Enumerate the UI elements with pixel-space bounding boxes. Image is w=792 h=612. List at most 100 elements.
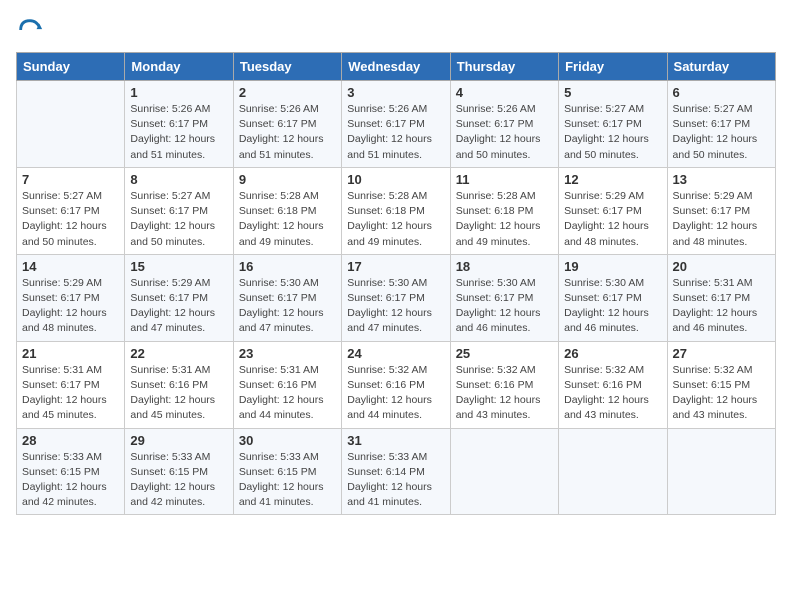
day-number: 3	[347, 85, 444, 100]
calendar-cell: 16 Sunrise: 5:30 AM Sunset: 6:17 PM Dayli…	[233, 254, 341, 341]
day-number: 16	[239, 259, 336, 274]
calendar-cell: 3Sunrise: 5:26 AM Sunset: 6:17 PM Daylig…	[342, 81, 450, 168]
week-row-5: 28 Sunrise: 5:33 AM Sunset: 6:15 PM Dayli…	[17, 428, 776, 515]
week-row-1: 1 Sunrise: 5:26 AM Sunset: 6:17 PM Daylig…	[17, 81, 776, 168]
day-info: Sunrise: 5:28 AM Sunset: 6:18 PM Dayligh…	[456, 189, 553, 250]
day-number: 13	[673, 172, 770, 187]
day-number: 15	[130, 259, 227, 274]
day-info: Sunrise: 5:31 AM Sunset: 6:16 PM Dayligh…	[239, 363, 336, 424]
calendar-cell: 15Sunrise: 5:29 AM Sunset: 6:17 PM Dayli…	[125, 254, 233, 341]
calendar-cell: 22 Sunrise: 5:31 AM Sunset: 6:16 PM Dayli…	[125, 341, 233, 428]
calendar-cell: 10 Sunrise: 5:28 AM Sunset: 6:18 PM Dayli…	[342, 167, 450, 254]
day-number: 24	[347, 346, 444, 361]
logo	[16, 16, 48, 44]
day-number: 8	[130, 172, 227, 187]
calendar-cell: 9 Sunrise: 5:28 AM Sunset: 6:18 PM Daylig…	[233, 167, 341, 254]
calendar-cell: 6 Sunrise: 5:27 AM Sunset: 6:17 PM Daylig…	[667, 81, 775, 168]
col-header-thursday: Thursday	[450, 53, 558, 81]
day-info: Sunrise: 5:28 AM Sunset: 6:18 PM Dayligh…	[347, 189, 444, 250]
calendar-cell: 23 Sunrise: 5:31 AM Sunset: 6:16 PM Dayli…	[233, 341, 341, 428]
day-info: Sunrise: 5:30 AM Sunset: 6:17 PM Dayligh…	[239, 276, 336, 337]
day-number: 10	[347, 172, 444, 187]
day-info: Sunrise: 5:33 AM Sunset: 6:15 PM Dayligh…	[130, 450, 227, 511]
day-number: 1	[130, 85, 227, 100]
calendar-cell: 20 Sunrise: 5:31 AM Sunset: 6:17 PM Dayli…	[667, 254, 775, 341]
day-info: Sunrise: 5:30 AM Sunset: 6:17 PM Dayligh…	[564, 276, 661, 337]
calendar-cell: 19 Sunrise: 5:30 AM Sunset: 6:17 PM Dayli…	[559, 254, 667, 341]
calendar-cell: 11 Sunrise: 5:28 AM Sunset: 6:18 PM Dayli…	[450, 167, 558, 254]
page-header	[16, 16, 776, 44]
calendar-cell	[450, 428, 558, 515]
day-info: Sunrise: 5:31 AM Sunset: 6:16 PM Dayligh…	[130, 363, 227, 424]
day-info: Sunrise: 5:32 AM Sunset: 6:16 PM Dayligh…	[347, 363, 444, 424]
day-number: 12	[564, 172, 661, 187]
day-info: Sunrise: 5:27 AM Sunset: 6:17 PM Dayligh…	[673, 102, 770, 163]
day-info: Sunrise: 5:26 AM Sunset: 6:17 PM Dayligh…	[130, 102, 227, 163]
day-info: Sunrise: 5:26 AM Sunset: 6:17 PM Dayligh…	[239, 102, 336, 163]
calendar-cell: 27 Sunrise: 5:32 AM Sunset: 6:15 PM Dayli…	[667, 341, 775, 428]
calendar-cell	[667, 428, 775, 515]
day-number: 20	[673, 259, 770, 274]
day-number: 22	[130, 346, 227, 361]
day-number: 26	[564, 346, 661, 361]
calendar-cell: 30 Sunrise: 5:33 AM Sunset: 6:15 PM Dayli…	[233, 428, 341, 515]
day-number: 30	[239, 433, 336, 448]
col-header-friday: Friday	[559, 53, 667, 81]
col-header-sunday: Sunday	[17, 53, 125, 81]
calendar-cell: 2 Sunrise: 5:26 AM Sunset: 6:17 PM Daylig…	[233, 81, 341, 168]
calendar-cell: 24 Sunrise: 5:32 AM Sunset: 6:16 PM Dayli…	[342, 341, 450, 428]
day-info: Sunrise: 5:27 AM Sunset: 6:17 PM Dayligh…	[22, 189, 119, 250]
day-info: Sunrise: 5:30 AM Sunset: 6:17 PM Dayligh…	[456, 276, 553, 337]
calendar-cell: 13Sunrise: 5:29 AM Sunset: 6:17 PM Dayli…	[667, 167, 775, 254]
day-info: Sunrise: 5:30 AM Sunset: 6:17 PM Dayligh…	[347, 276, 444, 337]
calendar-cell: 21Sunrise: 5:31 AM Sunset: 6:17 PM Dayli…	[17, 341, 125, 428]
calendar-cell: 29 Sunrise: 5:33 AM Sunset: 6:15 PM Dayli…	[125, 428, 233, 515]
week-row-2: 7 Sunrise: 5:27 AM Sunset: 6:17 PM Daylig…	[17, 167, 776, 254]
header-row: SundayMondayTuesdayWednesdayThursdayFrid…	[17, 53, 776, 81]
day-number: 2	[239, 85, 336, 100]
day-number: 29	[130, 433, 227, 448]
day-number: 23	[239, 346, 336, 361]
day-info: Sunrise: 5:33 AM Sunset: 6:14 PM Dayligh…	[347, 450, 444, 511]
week-row-4: 21Sunrise: 5:31 AM Sunset: 6:17 PM Dayli…	[17, 341, 776, 428]
day-number: 25	[456, 346, 553, 361]
col-header-tuesday: Tuesday	[233, 53, 341, 81]
day-info: Sunrise: 5:31 AM Sunset: 6:17 PM Dayligh…	[673, 276, 770, 337]
calendar-cell: 31 Sunrise: 5:33 AM Sunset: 6:14 PM Dayli…	[342, 428, 450, 515]
day-number: 19	[564, 259, 661, 274]
day-info: Sunrise: 5:28 AM Sunset: 6:18 PM Dayligh…	[239, 189, 336, 250]
col-header-wednesday: Wednesday	[342, 53, 450, 81]
day-info: Sunrise: 5:32 AM Sunset: 6:16 PM Dayligh…	[564, 363, 661, 424]
day-info: Sunrise: 5:29 AM Sunset: 6:17 PM Dayligh…	[22, 276, 119, 337]
calendar-cell: 4Sunrise: 5:26 AM Sunset: 6:17 PM Daylig…	[450, 81, 558, 168]
calendar-cell: 1 Sunrise: 5:26 AM Sunset: 6:17 PM Daylig…	[125, 81, 233, 168]
day-info: Sunrise: 5:29 AM Sunset: 6:17 PM Dayligh…	[564, 189, 661, 250]
logo-icon	[16, 16, 44, 44]
calendar-cell: 5Sunrise: 5:27 AM Sunset: 6:17 PM Daylig…	[559, 81, 667, 168]
day-number: 6	[673, 85, 770, 100]
day-number: 11	[456, 172, 553, 187]
day-number: 9	[239, 172, 336, 187]
day-info: Sunrise: 5:33 AM Sunset: 6:15 PM Dayligh…	[239, 450, 336, 511]
day-number: 18	[456, 259, 553, 274]
col-header-monday: Monday	[125, 53, 233, 81]
day-info: Sunrise: 5:31 AM Sunset: 6:17 PM Dayligh…	[22, 363, 119, 424]
day-number: 14	[22, 259, 119, 274]
day-number: 28	[22, 433, 119, 448]
calendar-cell: 17 Sunrise: 5:30 AM Sunset: 6:17 PM Dayli…	[342, 254, 450, 341]
col-header-saturday: Saturday	[667, 53, 775, 81]
day-number: 7	[22, 172, 119, 187]
day-number: 4	[456, 85, 553, 100]
calendar-cell: 8 Sunrise: 5:27 AM Sunset: 6:17 PM Daylig…	[125, 167, 233, 254]
day-info: Sunrise: 5:32 AM Sunset: 6:15 PM Dayligh…	[673, 363, 770, 424]
calendar-cell: 25Sunrise: 5:32 AM Sunset: 6:16 PM Dayli…	[450, 341, 558, 428]
day-number: 17	[347, 259, 444, 274]
day-info: Sunrise: 5:27 AM Sunset: 6:17 PM Dayligh…	[130, 189, 227, 250]
day-number: 31	[347, 433, 444, 448]
calendar-cell: 26 Sunrise: 5:32 AM Sunset: 6:16 PM Dayli…	[559, 341, 667, 428]
calendar-cell: 18 Sunrise: 5:30 AM Sunset: 6:17 PM Dayli…	[450, 254, 558, 341]
calendar-table: SundayMondayTuesdayWednesdayThursdayFrid…	[16, 52, 776, 515]
calendar-cell: 28Sunrise: 5:33 AM Sunset: 6:15 PM Dayli…	[17, 428, 125, 515]
day-number: 27	[673, 346, 770, 361]
calendar-cell	[559, 428, 667, 515]
